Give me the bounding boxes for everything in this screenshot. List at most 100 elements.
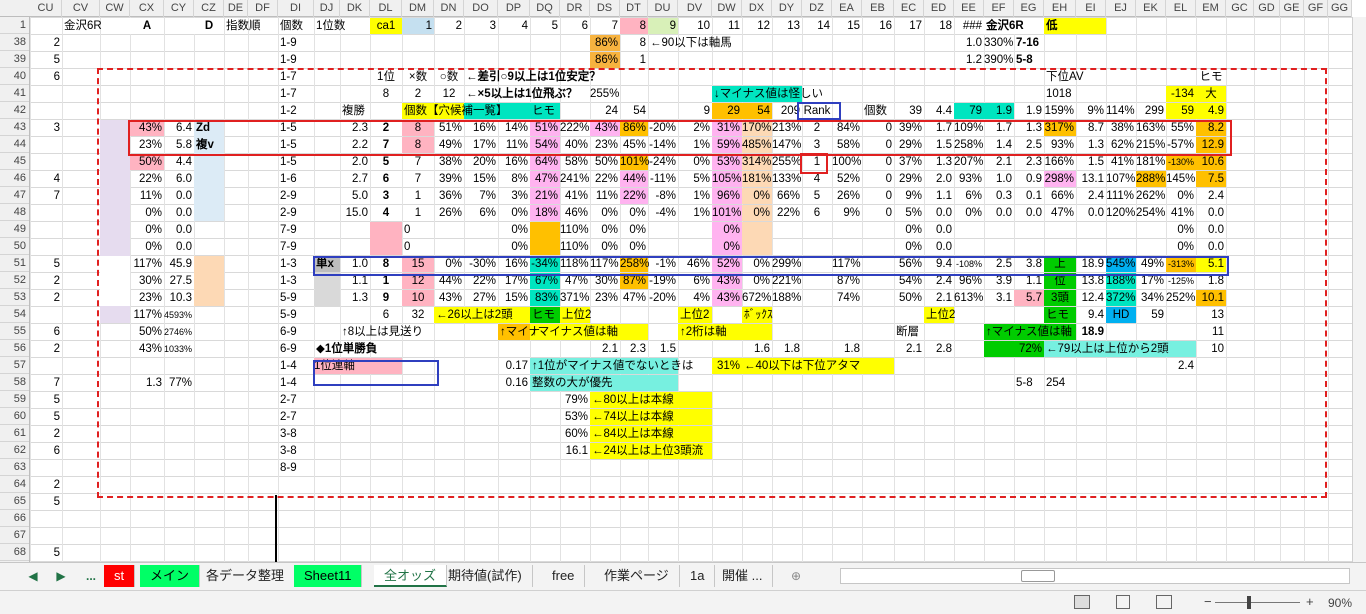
cell[interactable]: 2 [30,35,62,51]
column-header[interactable]: EI [1076,0,1106,17]
cell[interactable]: 1 [620,52,648,68]
cell[interactable]: 2 [434,18,464,34]
row-header[interactable]: 52 [0,272,29,289]
column-header[interactable]: DL [370,0,402,17]
cell[interactable]: 18 [924,18,954,34]
column-header[interactable]: DV [678,0,712,17]
column-header[interactable]: CY [164,0,194,17]
horizontal-scroll-thumb[interactable] [1021,570,1055,582]
zoom-in-button[interactable]: + [1306,594,1314,609]
cell[interactable]: 低 [1044,18,1076,34]
tab-expect[interactable]: 期待値(試作) [438,565,533,587]
cell[interactable]: 2 [30,273,62,289]
zoom-out-button[interactable]: − [1204,594,1212,609]
row-header[interactable]: 43 [0,119,29,136]
tab-free[interactable]: free [542,565,586,587]
cell[interactable]: 2 [30,341,62,357]
row-header[interactable]: 53 [0,289,29,306]
row-header[interactable]: 67 [0,527,29,544]
row-header[interactable]: 49 [0,221,29,238]
cell-grid[interactable]: 金沢6R A D 指数順 個数 1位数 ca1 1 2 3 4 5 6 7 8 9 10 11 12 13 14 15 16… [30,17,1352,562]
row-header[interactable]: 55 [0,323,29,340]
tab-main[interactable]: メイン [140,565,201,587]
row-header[interactable]: 62 [0,442,29,459]
column-header[interactable]: EM [1196,0,1226,17]
tab-data[interactable]: 各データ整理 [196,565,296,587]
cell[interactable]: 390% [984,52,1014,68]
tab-1a[interactable]: 1a [680,565,716,587]
tab-all-odds[interactable]: 全オッズ [374,565,448,587]
column-header[interactable]: DR [560,0,590,17]
column-header[interactable]: EA [832,0,862,17]
row-header[interactable]: 45 [0,153,29,170]
cell[interactable]: 2 [30,426,62,442]
column-header[interactable]: EF [984,0,1014,17]
cell[interactable]: A [130,18,164,34]
column-header[interactable]: DK [340,0,370,17]
column-header[interactable]: DM [402,0,434,17]
row-header[interactable]: 44 [0,136,29,153]
cell[interactable]: 6 [30,324,62,340]
column-header[interactable]: CW [100,0,130,17]
cell[interactable]: 1 [402,18,434,34]
row-header[interactable]: 64 [0,476,29,493]
row-header[interactable]: 66 [0,510,29,527]
cell[interactable]: 指数順 [224,18,261,34]
cell[interactable]: 5 [30,545,62,561]
row-header[interactable]: 61 [0,425,29,442]
cell[interactable]: 4 [30,171,62,187]
row-header[interactable]: 38 [0,34,29,51]
cell[interactable]: 5 [30,256,62,272]
row-header[interactable]: 48 [0,204,29,221]
column-header[interactable]: CZ [194,0,224,17]
cell[interactable]: 14 [802,18,832,34]
cell[interactable]: ### [954,18,984,34]
row-header[interactable]: 46 [0,170,29,187]
column-header[interactable]: DN [434,0,464,17]
column-header[interactable]: CV [62,0,100,17]
cell[interactable]: 1-9 [278,35,314,51]
column-header[interactable]: ED [924,0,954,17]
column-header[interactable]: DU [648,0,678,17]
cell[interactable]: 2 [30,290,62,306]
row-header[interactable]: 40 [0,68,29,85]
tab-more-ellipsis[interactable]: ... [80,565,102,587]
column-header[interactable]: DZ [802,0,832,17]
tab-open[interactable]: 開催 ... [712,565,774,587]
column-header[interactable]: EE [954,0,984,17]
cell[interactable]: 5 [30,409,62,425]
column-header[interactable]: EB [862,0,894,17]
cell[interactable]: 13 [772,18,802,34]
tab-sheet11[interactable]: Sheet11 [294,565,363,587]
column-header[interactable]: GG [1328,0,1352,17]
row-header[interactable]: 41 [0,85,29,102]
cell[interactable]: 8 [620,35,648,51]
cell[interactable]: 8 [620,18,648,34]
page-layout-view-icon[interactable] [1116,595,1130,609]
cell[interactable]: 7-16 [1014,35,1044,51]
column-header[interactable]: GD [1254,0,1280,17]
column-header[interactable]: EG [1014,0,1044,17]
cell[interactable]: 5 [530,18,560,34]
cell[interactable]: 2 [30,477,62,493]
cell[interactable]: 5 [30,52,62,68]
cell[interactable]: 3 [464,18,498,34]
cell[interactable]: 6 [560,18,590,34]
cell[interactable]: 7 [30,188,62,204]
column-header[interactable]: DY [772,0,802,17]
tab-scroll-next-icon[interactable]: ▶ [50,565,72,587]
column-header[interactable]: DJ [314,0,340,17]
column-header[interactable]: EK [1136,0,1166,17]
page-break-view-icon[interactable] [1156,595,1172,609]
row-header[interactable]: 63 [0,459,29,476]
row-header[interactable]: 68 [0,544,29,561]
column-header[interactable]: EC [894,0,924,17]
cell[interactable]: 個数 [278,18,314,34]
tab-scroll-prev-icon[interactable]: ◀ [22,565,44,587]
row-header[interactable]: 60 [0,408,29,425]
cell[interactable]: 330% [984,35,1014,51]
cell[interactable]: 5-8 [1014,52,1044,68]
cell[interactable]: 金沢6R [984,18,1024,34]
cell[interactable]: 7 [30,375,62,391]
zoom-slider-track[interactable] [1215,602,1300,603]
